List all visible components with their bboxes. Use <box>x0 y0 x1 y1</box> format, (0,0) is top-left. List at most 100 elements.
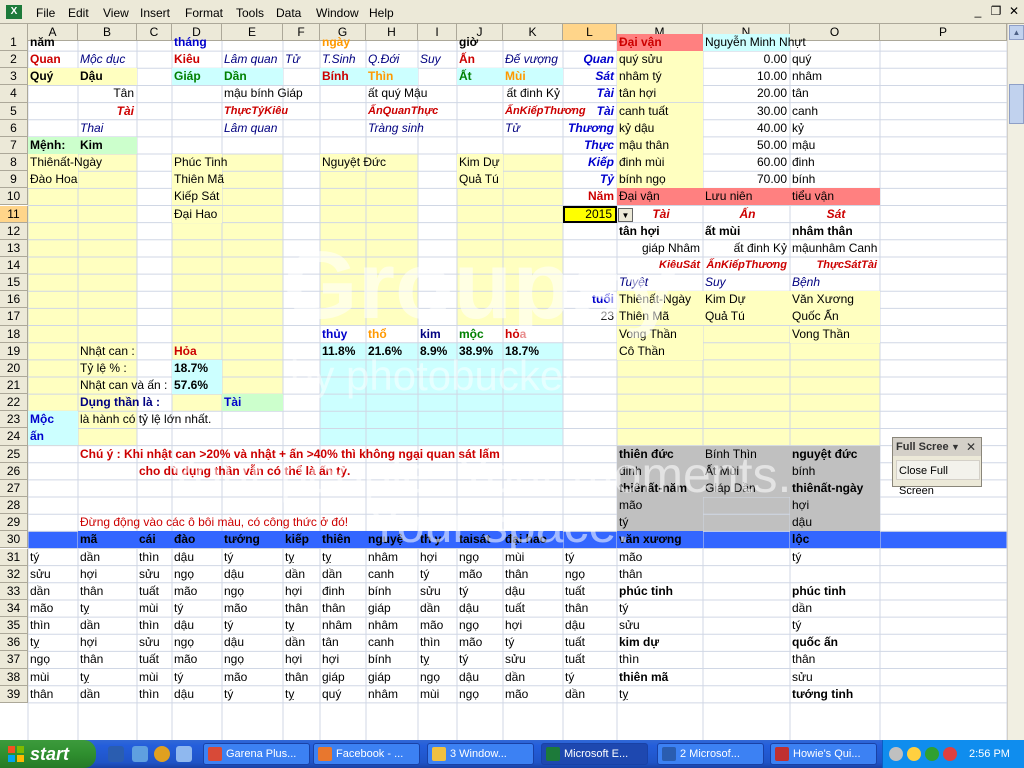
cell-m12[interactable]: tân hợi <box>617 223 703 240</box>
cell-f30[interactable]: kiếp <box>283 531 320 549</box>
cell-g34[interactable]: thân <box>320 600 366 617</box>
row-header-11[interactable]: 11 <box>0 205 28 223</box>
cell-o13[interactable]: mậunhâm Canh <box>790 240 880 257</box>
cell-b23[interactable]: là hành có tỷ lệ lớn nhất. <box>78 411 211 428</box>
cell-h31[interactable]: nhâm <box>366 549 418 566</box>
cell-o33[interactable]: phúc tinh <box>790 583 880 600</box>
cell-m39[interactable]: tỵ <box>617 686 703 703</box>
cell-a38[interactable]: mùi <box>28 669 78 686</box>
column-header-c[interactable]: C <box>137 24 172 41</box>
cell-e5[interactable]: ThựcTỷKiêu <box>222 103 288 120</box>
cell-i31[interactable]: hợi <box>418 549 457 566</box>
cell-m36[interactable]: kim dự <box>617 634 703 651</box>
cell-c26[interactable]: cho dù dụng thần vẫn có thể là ấn tỷ. <box>137 463 350 480</box>
menu-data[interactable]: Data <box>276 6 301 20</box>
minimize-button[interactable]: _ <box>970 3 986 19</box>
cell-l32[interactable]: ngọ <box>563 566 617 583</box>
cell-m28[interactable]: mão <box>617 497 703 515</box>
cell-d39[interactable]: dậu <box>172 686 222 703</box>
row-header-35[interactable]: 35 <box>0 617 28 635</box>
cell-n4[interactable]: 20.00 <box>703 85 790 102</box>
cell-d1[interactable]: tháng <box>172 34 222 51</box>
cell-b6[interactable]: Thai <box>78 120 137 137</box>
cell-l39[interactable]: dần <box>563 686 617 703</box>
cell-m37[interactable]: thìn <box>617 651 703 668</box>
cell-j32[interactable]: mão <box>457 566 503 583</box>
cell-a1[interactable]: năm <box>28 34 78 51</box>
cell-h36[interactable]: canh <box>366 634 418 651</box>
cell-b25[interactable]: Chú ý : Khi nhật can >20% và nhật + ấn >… <box>78 446 500 463</box>
cell-g30[interactable]: thiên <box>320 531 366 549</box>
cell-n17[interactable]: Quả Tú <box>703 308 790 326</box>
cell-h3[interactable]: Thìn <box>366 68 418 86</box>
cell-c39[interactable]: thìn <box>137 686 172 703</box>
cell-n14[interactable]: ẤnKiếpThương <box>703 257 790 274</box>
cell-l3[interactable]: Sát <box>563 68 617 85</box>
cell-d10[interactable]: Kiếp Sát <box>172 188 222 206</box>
cell-h35[interactable]: nhâm <box>366 617 418 634</box>
row-header-2[interactable]: 2 <box>0 51 28 69</box>
cell-g8[interactable]: Nguyệt Đức <box>320 154 386 172</box>
row-header-8[interactable]: 8 <box>0 154 28 172</box>
cell-d31[interactable]: dậu <box>172 549 222 566</box>
column-header-b[interactable]: B <box>78 24 137 41</box>
cell-k19[interactable]: 18.7% <box>503 343 563 360</box>
cell-m30[interactable]: văn xương <box>617 531 703 549</box>
cell-l9[interactable]: Tỷ <box>563 171 617 188</box>
menu-view[interactable]: View <box>103 6 129 20</box>
cell-g35[interactable]: nhâm <box>320 617 366 634</box>
cell-o29[interactable]: dậu <box>790 514 880 532</box>
cell-k35[interactable]: hợi <box>503 617 563 634</box>
column-header-k[interactable]: K <box>503 24 563 41</box>
cell-i33[interactable]: sửu <box>418 583 457 600</box>
cell-o34[interactable]: dần <box>790 600 880 617</box>
cell-e4[interactable]: mậu bính Giáp <box>222 85 303 102</box>
cell-j37[interactable]: tý <box>457 651 503 668</box>
cell-k31[interactable]: mùi <box>503 549 563 566</box>
cell-o17[interactable]: Quốc Ấn <box>790 308 880 326</box>
cell-h5[interactable]: ẤnQuanThực <box>366 103 438 120</box>
cell-h37[interactable]: bính <box>366 651 418 668</box>
quicklaunch-desktop-icon[interactable] <box>132 746 148 762</box>
scroll-thumb[interactable] <box>1009 84 1024 124</box>
cell-o28[interactable]: hợi <box>790 497 880 515</box>
chrome-icon[interactable] <box>154 746 170 762</box>
quicklaunch-arrow-icon[interactable] <box>176 746 192 762</box>
cell-m5[interactable]: canh tuất <box>617 102 703 120</box>
cell-a9[interactable]: Đào Hoa <box>28 171 78 189</box>
cell-j35[interactable]: ngọ <box>457 617 503 634</box>
cell-h34[interactable]: giáp <box>366 600 418 617</box>
cell-n9[interactable]: 70.00 <box>703 171 790 188</box>
cell-i30[interactable]: th y <box>418 531 457 549</box>
cell-b30[interactable]: mã <box>78 531 137 549</box>
cell-a23[interactable]: Mộc <box>28 411 78 429</box>
cell-i37[interactable]: tỵ <box>418 651 457 668</box>
row-header-39[interactable]: 39 <box>0 685 28 703</box>
row-header-5[interactable]: 5 <box>0 102 28 120</box>
cell-a34[interactable]: mão <box>28 600 78 617</box>
cell-m27[interactable]: thiênất-năm <box>617 479 703 497</box>
column-header-l[interactable]: L <box>563 24 617 41</box>
taskbar-button[interactable]: Microsoft E... <box>541 743 648 765</box>
cell-m18[interactable]: Vong Thần <box>617 325 703 343</box>
cell-n5[interactable]: 30.00 <box>703 103 790 120</box>
cell-d38[interactable]: tý <box>172 669 222 686</box>
row-header-19[interactable]: 19 <box>0 342 28 360</box>
cell-i2[interactable]: Suy <box>418 51 457 68</box>
cell-b38[interactable]: tỵ <box>78 669 137 686</box>
cell-l16[interactable]: tuổi <box>563 291 617 308</box>
cell-k38[interactable]: dần <box>503 669 563 686</box>
cell-j38[interactable]: dậu <box>457 669 503 686</box>
cell-k4[interactable]: ất đinh Kỷ <box>503 85 563 102</box>
row-header-27[interactable]: 27 <box>0 479 28 498</box>
cell-m25[interactable]: thiên đức <box>617 445 703 463</box>
row-header-7[interactable]: 7 <box>0 136 28 155</box>
cell-o38[interactable]: sửu <box>790 669 880 686</box>
cell-d36[interactable]: ngọ <box>172 634 222 651</box>
row-header-13[interactable]: 13 <box>0 239 28 257</box>
column-header-h[interactable]: H <box>366 24 418 41</box>
menu-tools[interactable]: Tools <box>236 6 264 20</box>
cell-a36[interactable]: tỵ <box>28 634 78 651</box>
cell-l11[interactable]: 2015 <box>563 205 617 223</box>
cell-j2[interactable]: Ấn <box>457 51 503 68</box>
